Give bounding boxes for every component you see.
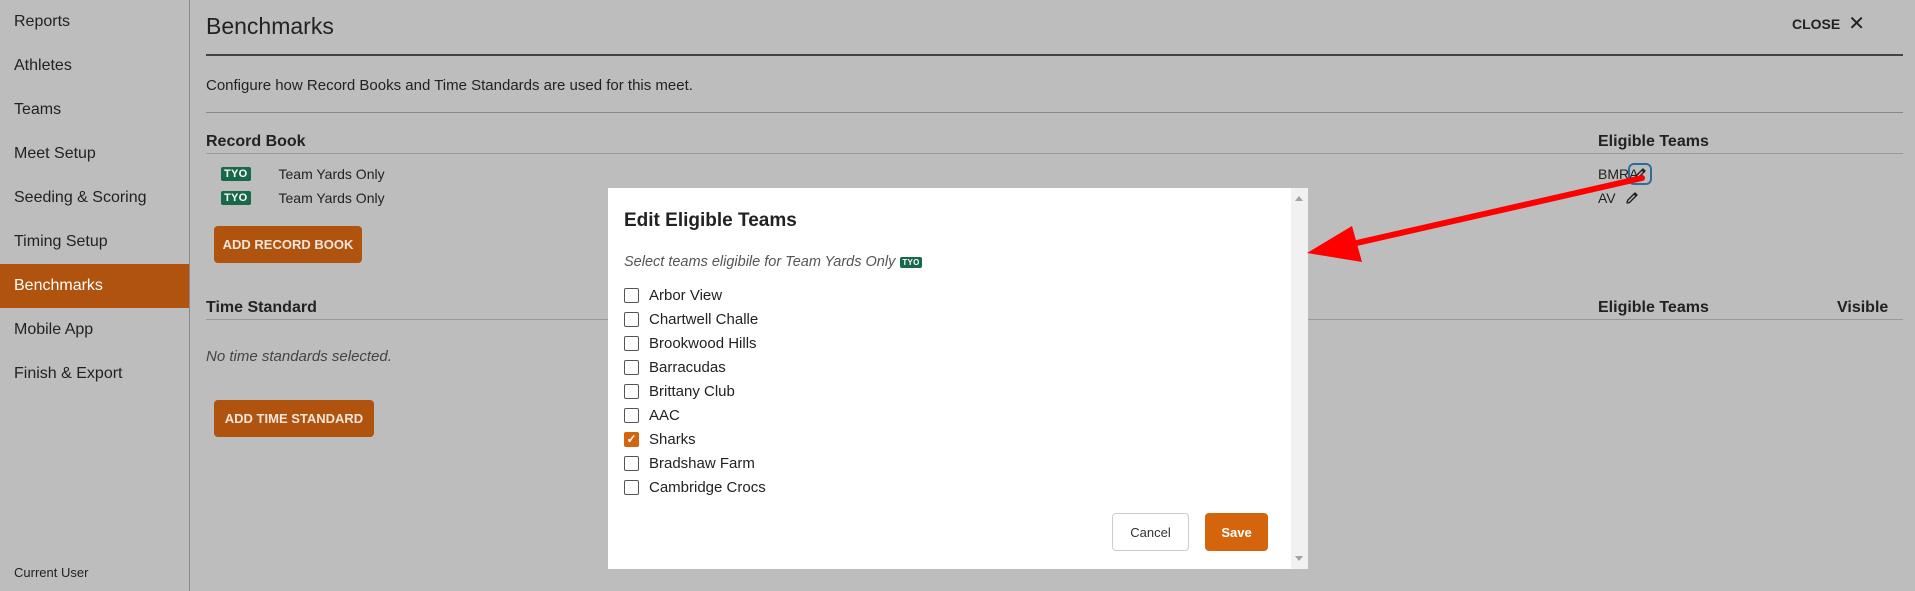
- team-name: Bradshaw Farm: [649, 454, 755, 472]
- time-standard-heading: Time Standard: [206, 299, 317, 316]
- cancel-button[interactable]: Cancel: [1112, 513, 1189, 551]
- tyo-badge: TYO: [221, 191, 251, 205]
- team-name: Brittany Club: [649, 382, 735, 400]
- sidebar-item-seeding-scoring[interactable]: Seeding & Scoring: [0, 176, 189, 220]
- sidebar-item-reports[interactable]: Reports: [0, 0, 189, 44]
- checkbox[interactable]: [624, 287, 639, 303]
- team-name: Arbor View: [649, 286, 723, 304]
- checkbox[interactable]: [624, 311, 639, 327]
- team-name: Cambridge Crocs: [649, 478, 766, 496]
- time-standard-visible-heading: Visible: [1837, 299, 1889, 316]
- add-time-standard-button[interactable]: ADD TIME STANDARD: [214, 400, 374, 437]
- sidebar-item-athletes[interactable]: Athletes: [0, 44, 189, 88]
- record-book-row: TYO Team Yards Only: [221, 190, 385, 206]
- team-option[interactable]: Arbor View: [624, 283, 766, 307]
- pencil-icon[interactable]: [1628, 163, 1653, 185]
- scroll-down-arrow-icon[interactable]: [1295, 556, 1303, 561]
- add-record-book-button[interactable]: ADD RECORD BOOK: [214, 226, 362, 263]
- modal-subtitle: Select teams eligibile for Team Yards On…: [624, 254, 922, 270]
- sidebar: Reports Athletes Teams Meet Setup Seedin…: [0, 0, 190, 591]
- page-title: Benchmarks: [206, 13, 334, 39]
- team-option[interactable]: Barracudas: [624, 355, 766, 379]
- checkbox[interactable]: [624, 335, 639, 351]
- record-book-row: TYO Team Yards Only: [221, 166, 385, 182]
- no-time-standards-note: No time standards selected.: [206, 348, 392, 365]
- eligible-teams-cell: BMRA: [1598, 163, 1653, 185]
- team-option[interactable]: Chartwell Challe: [624, 307, 766, 331]
- record-book-name: Team Yards Only: [278, 190, 385, 206]
- team-name: Brookwood Hills: [649, 334, 757, 352]
- checkbox[interactable]: [624, 407, 639, 423]
- sidebar-item-teams[interactable]: Teams: [0, 88, 189, 132]
- team-option[interactable]: Brittany Club: [624, 379, 766, 403]
- sidebar-item-benchmarks[interactable]: Benchmarks: [0, 264, 189, 308]
- team-option[interactable]: Cambridge Crocs: [624, 475, 766, 499]
- checkbox[interactable]: [624, 479, 639, 495]
- eligible-teams-value: AV: [1598, 190, 1616, 206]
- tyo-badge: TYO: [900, 256, 922, 268]
- save-button[interactable]: Save: [1205, 513, 1268, 551]
- time-standard-eligible-heading: Eligible Teams: [1598, 299, 1709, 316]
- checkbox[interactable]: [624, 359, 639, 375]
- team-name: AAC: [649, 406, 680, 424]
- checkbox[interactable]: [624, 455, 639, 471]
- sidebar-item-finish-export[interactable]: Finish & Export: [0, 352, 189, 396]
- sidebar-item-mobile-app[interactable]: Mobile App: [0, 308, 189, 352]
- pencil-icon[interactable]: [1620, 187, 1644, 209]
- checkbox-checked[interactable]: ✓: [624, 431, 639, 447]
- page-description: Configure how Record Books and Time Stan…: [206, 77, 693, 94]
- modal-title: Edit Eligible Teams: [624, 210, 797, 231]
- record-book-divider: [206, 153, 1903, 154]
- close-label: CLOSE: [1792, 16, 1841, 32]
- team-option[interactable]: AAC: [624, 403, 766, 427]
- team-option[interactable]: ✓ Sharks: [624, 427, 766, 451]
- record-book-eligible-heading: Eligible Teams: [1598, 133, 1709, 150]
- current-user-label: Current User: [14, 565, 89, 580]
- description-divider: [206, 112, 1903, 113]
- checkbox[interactable]: [624, 383, 639, 399]
- modal-subtitle-text: Select teams eligibile for Team Yards On…: [624, 254, 896, 270]
- sidebar-item-meet-setup[interactable]: Meet Setup: [0, 132, 189, 176]
- scroll-up-arrow-icon[interactable]: [1295, 196, 1303, 201]
- close-button[interactable]: CLOSE ✕: [1792, 13, 1865, 35]
- record-book-heading: Record Book: [206, 133, 306, 150]
- team-option[interactable]: Brookwood Hills: [624, 331, 766, 355]
- sidebar-item-timing-setup[interactable]: Timing Setup: [0, 220, 189, 264]
- modal-scrollbar[interactable]: [1291, 188, 1308, 569]
- edit-eligible-teams-modal: Edit Eligible Teams Select teams eligibi…: [608, 188, 1308, 569]
- team-checkbox-list: Arbor View Chartwell Challe Brookwood Hi…: [624, 283, 766, 499]
- team-option[interactable]: Bradshaw Farm: [624, 451, 766, 475]
- close-icon: ✕: [1848, 13, 1865, 35]
- team-name: Barracudas: [649, 358, 726, 376]
- title-divider: [206, 54, 1903, 56]
- tyo-badge: TYO: [221, 167, 251, 181]
- eligible-teams-cell: AV: [1598, 187, 1644, 209]
- team-name: Chartwell Challe: [649, 310, 759, 328]
- team-name: Sharks: [649, 430, 696, 448]
- record-book-name: Team Yards Only: [278, 166, 385, 182]
